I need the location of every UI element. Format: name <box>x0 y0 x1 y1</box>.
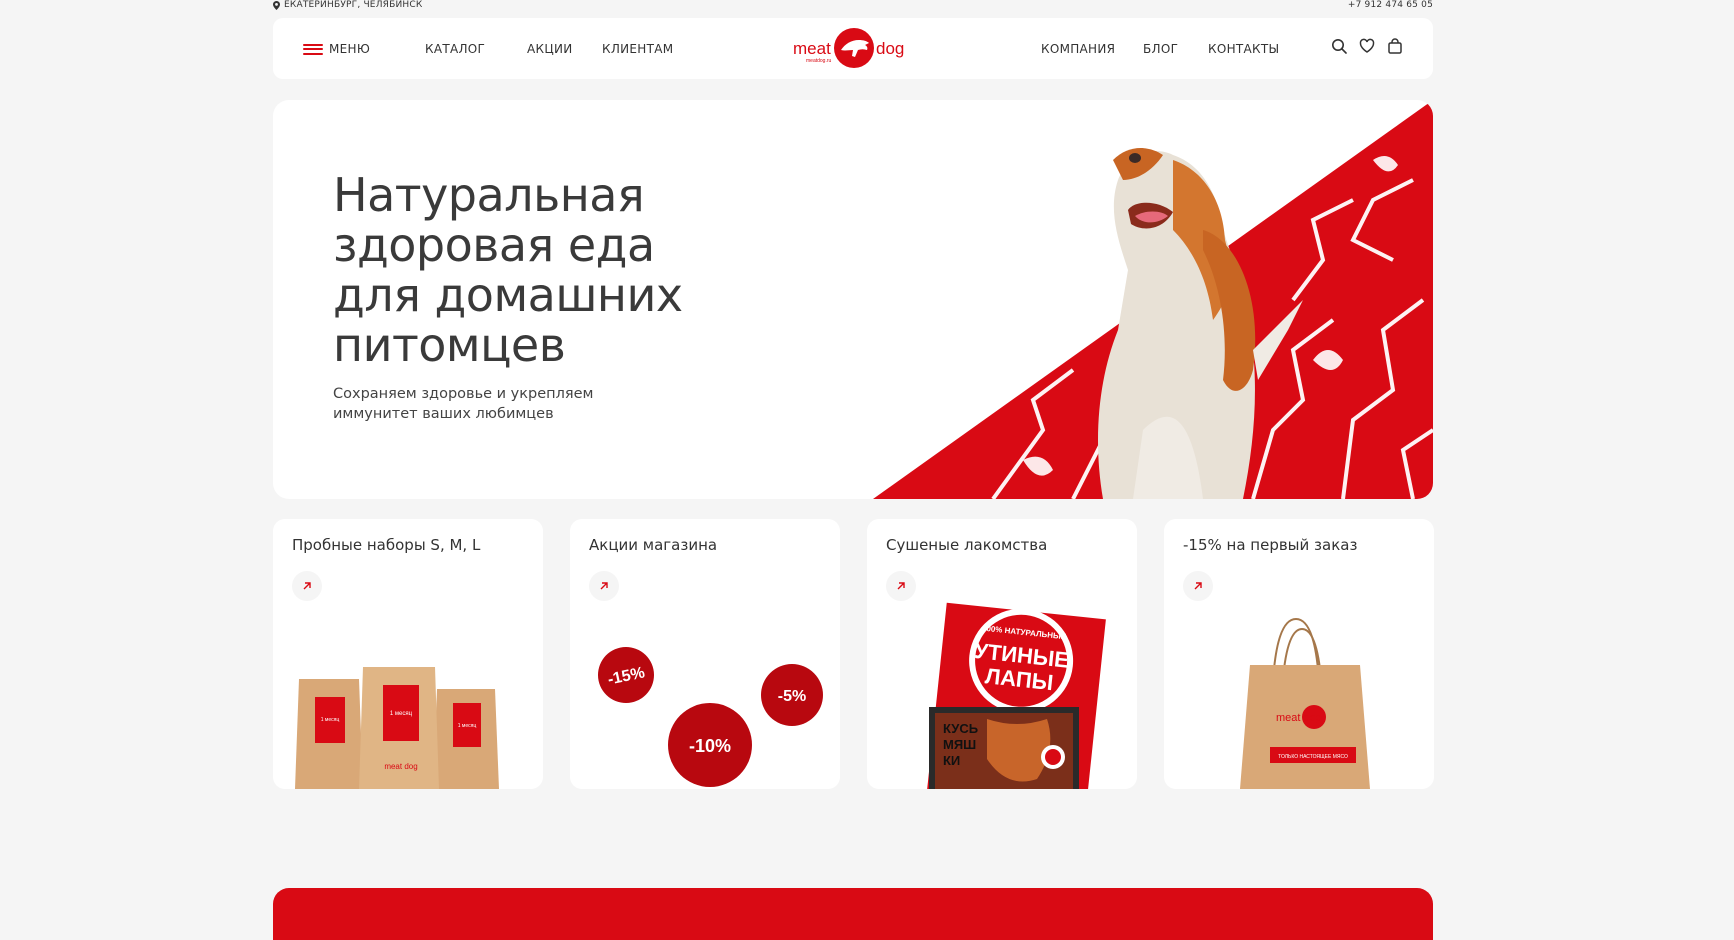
card-title: Пробные наборы S, M, L <box>292 536 481 554</box>
menu-button[interactable]: МЕНЮ <box>303 42 370 56</box>
city-label: ЕКАТЕРИНБУРГ, ЧЕЛЯБИНСК <box>284 0 423 10</box>
nav-contacts[interactable]: КОНТАКТЫ <box>1208 42 1279 56</box>
heart-icon[interactable] <box>1359 38 1375 54</box>
category-cards: Пробные наборы S, M, L 1 месяц 1 месяц 1… <box>273 519 1434 789</box>
phone-link[interactable]: +7 912 474 65 05 <box>1348 0 1433 10</box>
nav-blog[interactable]: БЛОГ <box>1143 42 1178 56</box>
paper-bag-image: meat dog ТОЛЬКО НАСТОЯЩЕЕ МЯСО <box>1240 617 1370 789</box>
search-icon[interactable] <box>1331 38 1347 54</box>
card-title: Сушеные лакомства <box>886 536 1048 554</box>
duck-feet-pack-image: 100% НАТУРАЛЬНЫЕ УТИНЫЕ ЛАПЫ КУСЬ МЯШ КИ <box>926 602 1106 789</box>
pack-brand-2: МЯШ <box>943 737 976 752</box>
card-title: -15% на первый заказ <box>1183 536 1358 554</box>
card-first-order[interactable]: -15% на первый заказ meat dog ТОЛЬКО НАС… <box>1164 519 1434 789</box>
city-selector[interactable]: ЕКАТЕРИНБУРГ, ЧЕЛЯБИНСК <box>273 0 422 10</box>
hero-subtitle: Сохраняем здоровье и укрепляем иммунитет… <box>333 386 594 422</box>
discount-badges-image: -15% -10% -5% <box>598 647 823 787</box>
bottom-red-section <box>273 888 1433 940</box>
burger-icon <box>303 43 323 55</box>
bag-tag: ТОЛЬКО НАСТОЯЩЕЕ МЯСО <box>1278 754 1348 760</box>
meatdog-logo[interactable]: meat dog meatdog.ru <box>793 26 913 70</box>
bag-brand: meat dog <box>384 762 417 771</box>
card-trial-sets[interactable]: Пробные наборы S, M, L 1 месяц 1 месяц 1… <box>273 519 543 789</box>
pack-brand-3: КИ <box>943 753 960 768</box>
card-title: Акции магазина <box>589 536 718 554</box>
hero-dog-image <box>873 100 1433 499</box>
bag-label-1: 1 месяц <box>321 717 340 723</box>
pack-brand-1: КУСЬ <box>943 721 978 736</box>
nav-company[interactable]: КОМПАНИЯ <box>1041 42 1115 56</box>
header-icons <box>1331 38 1403 54</box>
card-promotions[interactable]: Акции магазина -15% -10% -5% <box>570 519 840 789</box>
nav-promotions[interactable]: АКЦИИ <box>527 42 573 56</box>
bag-label-2: 1 месяц <box>390 711 413 717</box>
bag-brand: meat dog <box>1276 712 1322 724</box>
top-info-bar: ЕКАТЕРИНБУРГ, ЧЕЛЯБИНСК +7 912 474 65 05 <box>273 0 1433 12</box>
logo-text-left: meat <box>793 39 831 58</box>
cart-icon[interactable] <box>1387 38 1403 54</box>
card-dried-treats[interactable]: Сушеные лакомства 100% НАТУРАЛЬНЫЕ УТИНЫ… <box>867 519 1137 789</box>
badge-10: -10% <box>689 736 731 756</box>
logo-text-right: dog <box>876 39 904 58</box>
nav-clients[interactable]: КЛИЕНТАМ <box>602 42 673 56</box>
hero-banner: Натуральная здоровая еда для домашних пи… <box>273 100 1433 499</box>
nav-catalog[interactable]: КАТАЛОГ <box>425 42 485 56</box>
location-pin-icon <box>273 0 280 10</box>
hero-title: Натуральная здоровая еда для домашних пи… <box>333 168 683 372</box>
bag-label-3: 1 месяц <box>458 723 477 729</box>
menu-label: МЕНЮ <box>329 42 371 56</box>
trial-bags-image: 1 месяц 1 месяц 1 месяц meat dog <box>295 667 499 789</box>
badge-5: -5% <box>778 688 806 705</box>
main-header: МЕНЮ КАТАЛОГ АКЦИИ КЛИЕНТАМ meat dog mea… <box>273 18 1433 79</box>
logo-subtext: meatdog.ru <box>806 58 832 64</box>
